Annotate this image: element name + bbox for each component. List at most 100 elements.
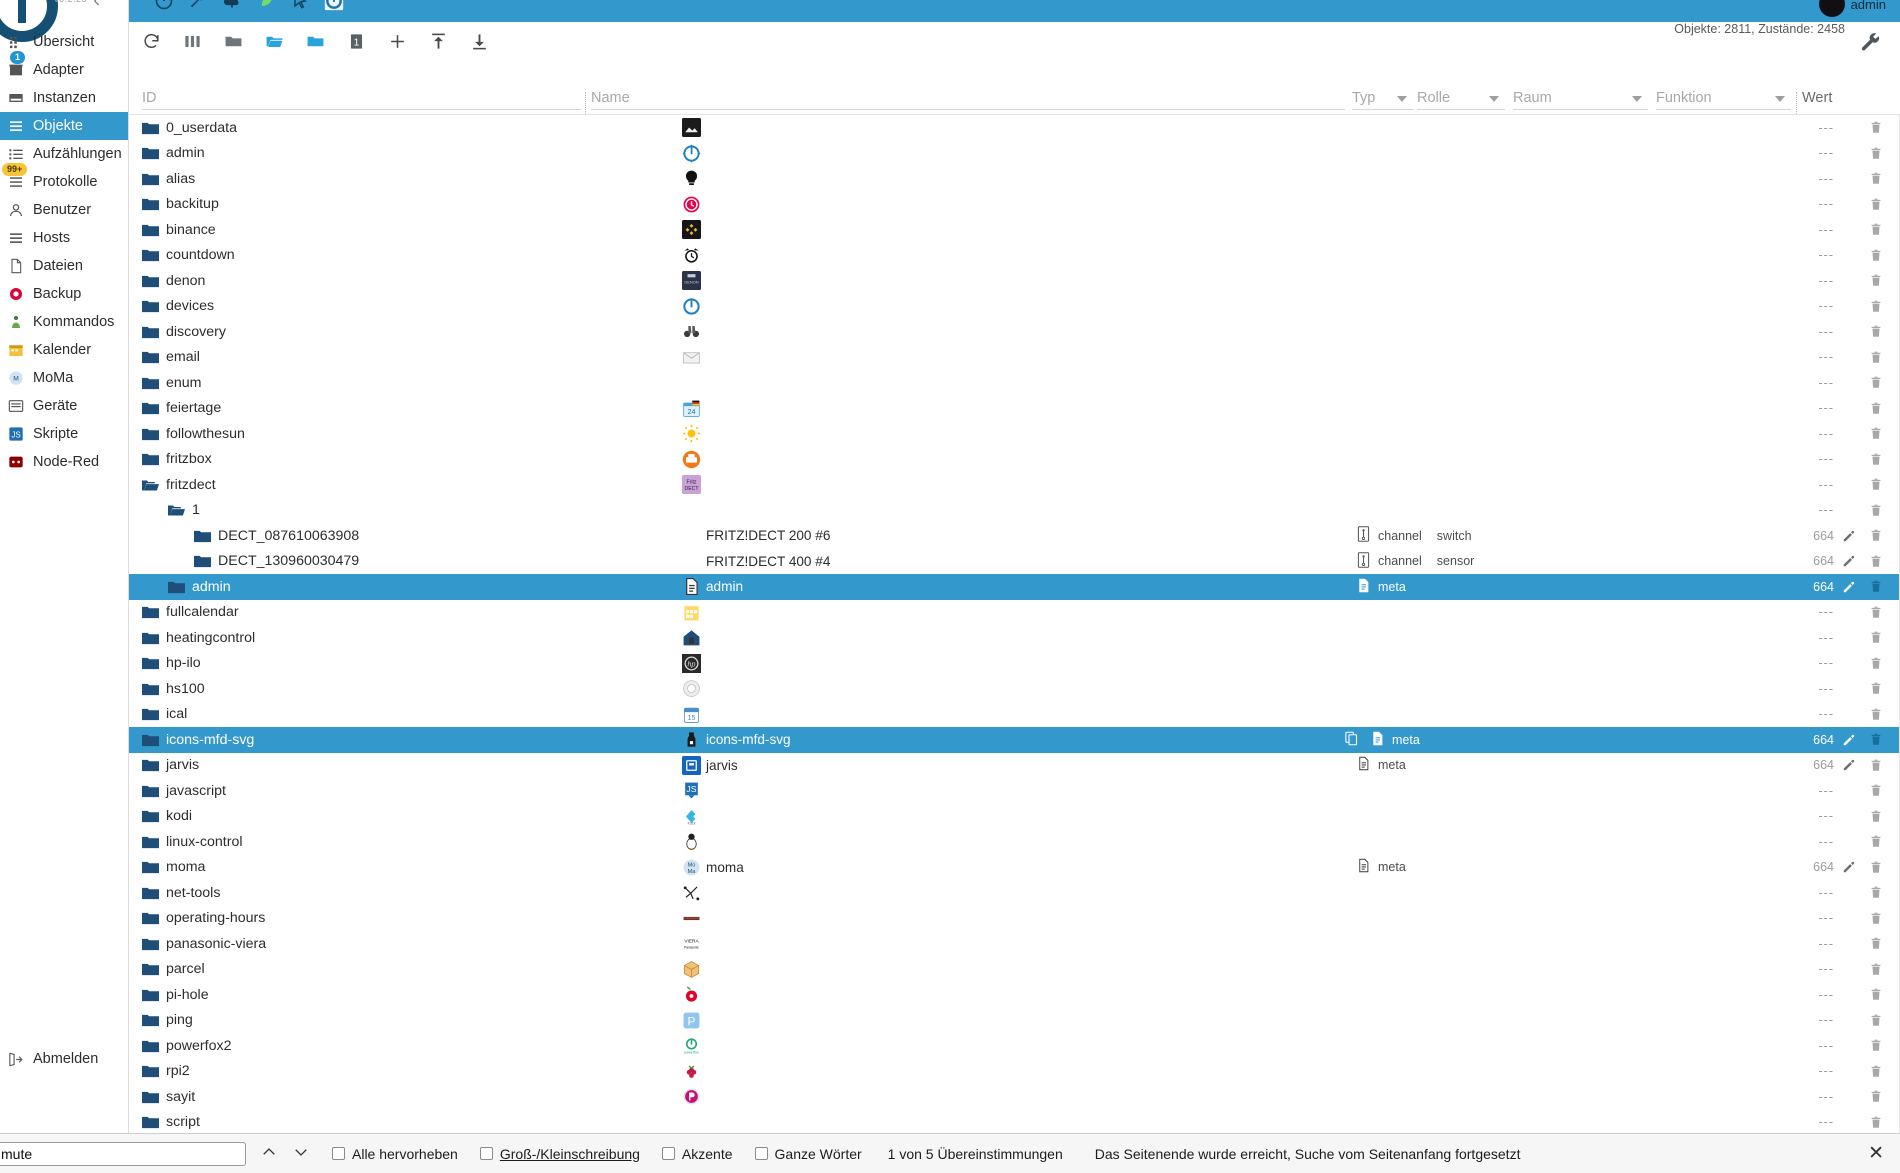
sidebar-item-ger-te[interactable]: Geräte: [0, 392, 128, 420]
sidebar-item-instanzen[interactable]: Instanzen: [0, 84, 128, 112]
folder-icon[interactable]: [142, 938, 159, 950]
table-row[interactable]: powerfox2 powerfox ---: [129, 1033, 1900, 1059]
edit-icon[interactable]: [1842, 529, 1856, 543]
delete-icon[interactable]: [1869, 248, 1883, 263]
delete-icon[interactable]: [1869, 885, 1883, 900]
folder-icon[interactable]: [142, 708, 159, 721]
folder-icon[interactable]: [142, 887, 159, 899]
columns-icon[interactable]: [183, 32, 202, 51]
chevron-up-icon[interactable]: [260, 1143, 278, 1164]
leaf-icon[interactable]: [256, 0, 276, 11]
export-icon[interactable]: [470, 32, 489, 51]
delete-icon[interactable]: [1869, 732, 1883, 747]
sidebar-item-objekte[interactable]: Objekte: [0, 112, 128, 140]
delete-icon[interactable]: [1869, 809, 1883, 824]
delete-icon[interactable]: [1869, 146, 1883, 161]
folder-icon[interactable]: [142, 759, 159, 772]
delete-icon[interactable]: [1869, 579, 1883, 594]
sidebar-item-skripte[interactable]: JS Skripte: [0, 420, 128, 448]
folder-open-icon[interactable]: [168, 504, 185, 516]
edit-icon[interactable]: [1842, 758, 1856, 772]
table-row[interactable]: ping P ---: [129, 1008, 1900, 1034]
table-row[interactable]: 0_userdata ---: [129, 115, 1900, 141]
edit-icon[interactable]: [1842, 554, 1856, 568]
edit-icon[interactable]: [1842, 580, 1856, 594]
table-row[interactable]: countdown ---: [129, 243, 1900, 269]
folder-icon[interactable]: [142, 683, 159, 695]
refresh-icon[interactable]: [142, 32, 161, 51]
depth-1-icon[interactable]: 1: [347, 32, 366, 51]
folder-icon[interactable]: [142, 836, 159, 848]
delete-icon[interactable]: [1869, 350, 1883, 365]
folder-icon[interactable]: [142, 377, 159, 389]
folder-icon[interactable]: [142, 1040, 159, 1052]
table-row[interactable]: admin admin meta 664: [129, 574, 1900, 600]
iobroker-icon[interactable]: [324, 0, 344, 11]
user-menu[interactable]: admin: [1818, 0, 1886, 17]
delete-icon[interactable]: [1869, 452, 1883, 467]
table-row[interactable]: pi-hole ---: [129, 982, 1900, 1008]
copy-icon[interactable]: [1344, 731, 1359, 749]
highlight-all-checkbox[interactable]: Alle hervorheben: [332, 1146, 458, 1162]
column-header-raum[interactable]: Raum: [1513, 90, 1552, 106]
table-row[interactable]: hp-ilo hp ---: [129, 651, 1900, 677]
chevron-left-icon[interactable]: [90, 0, 104, 8]
table-row[interactable]: fullcalendar ---: [129, 600, 1900, 626]
delete-icon[interactable]: [1869, 681, 1883, 696]
folder-icon[interactable]: [142, 122, 159, 134]
column-header-rolle[interactable]: Rolle: [1417, 90, 1450, 106]
table-row[interactable]: kodi KODI ---: [129, 804, 1900, 830]
match-case-checkbox[interactable]: Groß-/Kleinschreibung: [479, 1146, 640, 1162]
folder-icon[interactable]: [168, 581, 185, 593]
folder-icon[interactable]: [142, 300, 159, 313]
table-row[interactable]: moma Mo Ma moma meta 664: [129, 855, 1900, 881]
folder-icon[interactable]: [142, 1014, 159, 1027]
folder-icon[interactable]: [142, 173, 159, 185]
sidebar-item-kommandos[interactable]: Kommandos: [0, 308, 128, 336]
table-row[interactable]: DECT_087610063908 FRITZ!DECT 200 #6 channe…: [129, 523, 1900, 549]
chevron-down-icon-typ[interactable]: [1397, 96, 1407, 102]
table-row[interactable]: javascript JS ---: [129, 778, 1900, 804]
folder-icon[interactable]: [142, 606, 159, 619]
table-row[interactable]: icons-mfd-svg icons-mfd-svg meta 664: [129, 727, 1900, 753]
table-row[interactable]: fritzdect Fritz DECT ---: [129, 472, 1900, 498]
table-row[interactable]: operating-hours ---: [129, 906, 1900, 932]
find-input[interactable]: [0, 1141, 246, 1166]
cloud-upload-icon[interactable]: [222, 0, 242, 11]
chevron-down-icon[interactable]: [292, 1143, 310, 1164]
delete-icon[interactable]: [1869, 987, 1883, 1002]
pointer-icon[interactable]: [290, 0, 310, 11]
table-row[interactable]: enum ---: [129, 370, 1900, 396]
delete-icon[interactable]: [1869, 401, 1883, 416]
folder-icon[interactable]: [142, 963, 159, 976]
table-row[interactable]: heatingcontrol ---: [129, 625, 1900, 651]
delete-icon[interactable]: [1869, 707, 1883, 722]
column-header-funktion[interactable]: Funktion: [1656, 90, 1712, 106]
table-row[interactable]: hs100 ---: [129, 676, 1900, 702]
table-row[interactable]: sayit ---: [129, 1084, 1900, 1110]
folder-icon[interactable]: [194, 530, 211, 542]
add-icon[interactable]: [388, 32, 407, 51]
column-header-typ[interactable]: Typ: [1352, 90, 1375, 106]
delete-icon[interactable]: [1869, 197, 1883, 212]
folder-icon[interactable]: [142, 810, 159, 823]
folder-icon[interactable]: [142, 249, 159, 262]
folder-icon[interactable]: [142, 351, 159, 364]
sidebar-item-logout[interactable]: Abmelden: [0, 1045, 98, 1073]
table-row[interactable]: email ---: [129, 345, 1900, 371]
folder-icon[interactable]: [142, 198, 159, 211]
delete-icon[interactable]: [1869, 962, 1883, 977]
delete-icon[interactable]: [1869, 528, 1883, 543]
whole-words-checkbox[interactable]: Ganze Wörter: [754, 1146, 862, 1162]
objects-tree[interactable]: 0_userdata --- admin --- alias --- backitup ---…: [129, 114, 1900, 1133]
table-row[interactable]: devices ---: [129, 294, 1900, 320]
delete-icon[interactable]: [1869, 426, 1883, 441]
delete-icon[interactable]: [1869, 911, 1883, 926]
folder-icon[interactable]: [142, 912, 159, 925]
delete-icon[interactable]: [1869, 503, 1883, 518]
table-row[interactable]: panasonic-viera VIERA Panasonic ---: [129, 931, 1900, 957]
sidebar-item-moma[interactable]: M MoMa: [0, 364, 128, 392]
folder-open-icon[interactable]: [142, 479, 159, 491]
delete-icon[interactable]: [1869, 324, 1883, 339]
table-row[interactable]: discovery ---: [129, 319, 1900, 345]
